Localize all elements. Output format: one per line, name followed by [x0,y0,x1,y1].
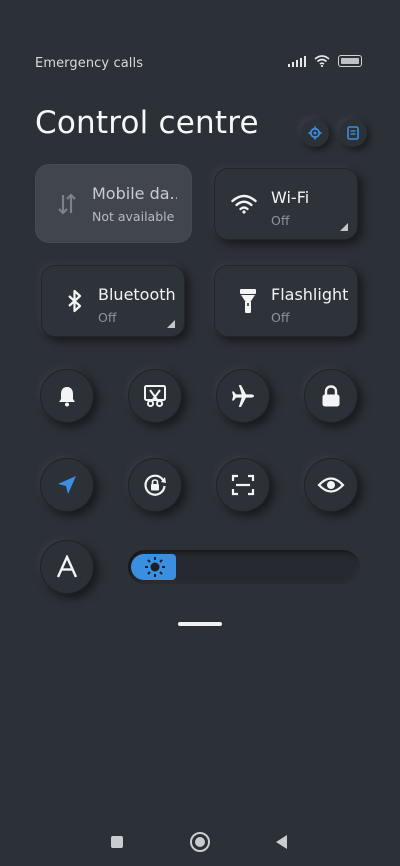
screenshot-scissors-icon [144,385,166,408]
drag-handle[interactable] [178,622,222,626]
location-arrow-icon [58,476,76,494]
rotation-lock-icon [144,474,166,496]
back-button[interactable] [276,835,287,849]
auto-brightness-toggle[interactable] [40,540,94,594]
reading-mode-toggle[interactable] [304,458,358,512]
flashlight-label: Flashlight [271,285,349,304]
mobile-data-status: Not available [92,209,175,224]
lock-screen-toggle[interactable] [304,369,358,423]
bluetooth-icon [61,287,89,315]
scanner-toggle[interactable] [216,458,270,512]
screenshot-toggle[interactable] [128,369,182,423]
settings-button[interactable] [301,119,329,147]
rotation-lock-toggle[interactable] [128,458,182,512]
page-title: Control centre [35,105,259,141]
scan-frame-icon [231,474,255,496]
signal-icon [287,55,306,67]
flashlight-tile[interactable]: Flashlight Off [214,265,358,337]
mobile-data-tile[interactable]: Mobile da... Not available [35,164,192,243]
eye-icon [317,477,345,493]
lock-icon [322,385,340,407]
ringer-toggle[interactable] [40,369,94,423]
edit-button[interactable] [339,119,367,147]
location-toggle[interactable] [40,458,94,512]
wifi-icon [230,190,258,218]
brightness-slider[interactable] [128,550,360,584]
mobile-data-label: Mobile da... [92,184,177,203]
wifi-status-icon [314,55,330,67]
sun-icon [145,557,165,577]
airplane-icon [232,385,254,407]
wifi-tile[interactable]: Wi-Fi Off [214,168,358,240]
flashlight-status: Off [271,310,290,325]
home-button[interactable] [190,832,210,852]
expand-corner-icon[interactable] [340,223,348,231]
mobile-data-icon [53,190,81,218]
auto-brightness-icon [56,555,78,578]
flashlight-icon [234,287,262,315]
expand-corner-icon[interactable] [167,320,175,328]
bluetooth-label: Bluetooth [98,285,176,304]
recents-button[interactable] [111,836,123,848]
status-icons [287,55,362,67]
bluetooth-status: Off [98,310,117,325]
gear-icon [308,126,322,140]
wifi-label: Wi-Fi [271,188,310,207]
wifi-status: Off [271,213,290,228]
airplane-toggle[interactable] [216,369,270,423]
bell-icon [59,387,75,407]
status-carrier-text: Emergency calls o [35,56,145,71]
battery-icon [338,55,362,67]
edit-list-icon [347,126,359,140]
bluetooth-tile[interactable]: Bluetooth Off [41,265,185,337]
